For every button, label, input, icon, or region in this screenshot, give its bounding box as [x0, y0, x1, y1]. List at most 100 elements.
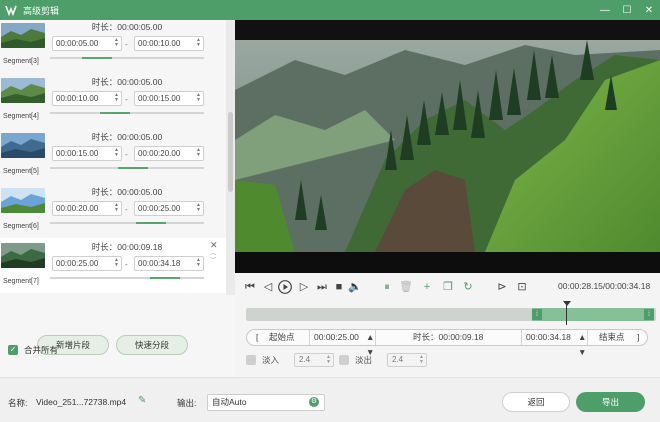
segment-thumbnail [1, 243, 45, 268]
split-icon[interactable]: ⏸ [380, 279, 394, 295]
timeline-selection[interactable]: ⁞ ⁞ [532, 308, 654, 321]
file-name: Video_251...72738.mp4 [36, 397, 127, 407]
play-icon[interactable] [277, 279, 293, 295]
segment-duration: 时长：00:00:05.00 [91, 132, 163, 142]
segment-progress-fill [118, 167, 148, 169]
range-start-time[interactable]: 00:00:25.00 [314, 330, 359, 345]
segment-progress-fill [82, 57, 112, 59]
copy-icon[interactable]: ❐ [441, 279, 455, 295]
segment-thumbnail [1, 133, 45, 158]
range-duration: 时长：00:00:09.18 [413, 332, 484, 342]
fade-out-label: 淡出 [355, 355, 373, 365]
segment-row[interactable]: Segment[3] 时长：00:00:05.00 00:00:05.00 ▲ ▼ -00… [0, 20, 226, 73]
segment-dash: - [125, 260, 128, 269]
export-button[interactable]: 导出 [576, 392, 645, 412]
prev-frame-icon[interactable]: ◁ [261, 279, 275, 295]
segment-progress-bar [50, 167, 204, 169]
segment-row[interactable]: Segment[4] 时长：00:00:05.00 00:00:10.00 ▲ ▼ -00… [0, 73, 226, 128]
segment-row[interactable]: Segment[5] 时长：00:00:05.00 00:00:15.00 ▲ ▼ -00… [0, 128, 226, 183]
fade-out-input[interactable]: 2.4 ▲ ▼ [387, 353, 427, 367]
add-icon[interactable]: + [420, 279, 434, 295]
timeline-start-handle[interactable]: ⁞ [532, 309, 542, 320]
segment-label: Segment[7] [3, 278, 39, 285]
segment-thumbnail [1, 188, 45, 213]
segment-dash: - [125, 150, 128, 159]
start-time-stepper[interactable]: ▲ ▼ [366, 330, 374, 357]
close-button[interactable]: ✕ [638, 0, 660, 20]
minimize-button[interactable]: — [594, 0, 616, 20]
fade-in-input[interactable]: 2.4 ▲ ▼ [294, 353, 334, 367]
segment-progress-bar [50, 112, 204, 114]
skip-to-start-icon[interactable]: ⏮ [243, 279, 257, 295]
mark-out-icon[interactable]: ⊡ [515, 279, 529, 295]
segment-dash: - [125, 40, 128, 49]
scrollbar-thumb[interactable] [228, 112, 233, 192]
playhead[interactable] [563, 301, 571, 325]
segment-label: Segment[6] [3, 223, 39, 230]
segment-end-input[interactable]: 00:00:20.00 ▲ ▼ [134, 146, 204, 161]
bottom-bar: 名称: Video_251...72738.mp4 ✎ 输出: 自动Auto ⚙… [0, 377, 660, 422]
segment-thumbnail [1, 23, 45, 48]
segment-list: Segment[3] 时长：00:00:05.00 00:00:05.00 ▲ ▼ -00… [0, 20, 226, 295]
title-bar: 高级剪辑 — ☐ ✕ [0, 0, 660, 20]
segment-start-input[interactable]: 00:00:20.00 ▲ ▼ [52, 201, 122, 216]
mark-in-icon[interactable]: ⊳ [495, 279, 509, 295]
bracket-open: [ [256, 332, 259, 342]
stop-icon[interactable]: ■ [332, 279, 346, 295]
segment-row[interactable]: Segment[6] 时长：00:00:05.00 00:00:20.00 ▲ ▼ -00… [0, 183, 226, 238]
segment-progress-bar [50, 222, 204, 224]
segment-start-input[interactable]: 00:00:05.00 ▲ ▼ [52, 36, 122, 51]
segment-end-input[interactable]: 00:00:34.18 ▲ ▼ [134, 256, 204, 271]
segment-end-input[interactable]: 00:00:10.00 ▲ ▼ [134, 36, 204, 51]
edit-name-icon[interactable]: ✎ [138, 395, 146, 406]
segment-progress-bar [50, 57, 204, 59]
segment-label: Segment[4] [3, 113, 39, 120]
segment-duration: 时长：00:00:09.18 [91, 242, 163, 252]
output-settings-icon[interactable]: ⚙ [309, 397, 319, 407]
fade-out-checkbox[interactable] [339, 355, 349, 365]
set-end-button[interactable]: 结束点 [599, 330, 625, 345]
range-editor: [ 起始点 00:00:25.00 ▲ ▼ 时长：00:00:09.18 00:0… [246, 329, 648, 357]
maximize-button[interactable]: ☐ [616, 0, 638, 20]
segment-list-scrollbar[interactable] [226, 20, 235, 295]
volume-icon[interactable]: 🔈 [348, 279, 362, 295]
app-logo-icon [4, 3, 18, 17]
delete-icon[interactable]: 🗑 [399, 279, 413, 295]
segment-row[interactable]: Segment[7] 时长：00:00:09.18 00:00:25.00 ▲ ▼ -00… [0, 238, 226, 293]
bracket-close: ] [637, 332, 640, 342]
segment-progress-bar [50, 277, 204, 279]
next-frame-icon[interactable]: ▷ [297, 279, 311, 295]
video-frame-image [235, 20, 660, 273]
back-button[interactable]: 返回 [502, 392, 570, 412]
segment-label: Segment[5] [3, 168, 39, 175]
segment-end-input[interactable]: 00:00:15.00 ▲ ▼ [134, 91, 204, 106]
reset-icon[interactable]: ↻ [461, 279, 475, 295]
output-select[interactable]: 自动Auto ⚙ [207, 394, 325, 411]
video-preview[interactable] [235, 20, 660, 273]
segment-start-input[interactable]: 00:00:10.00 ▲ ▼ [52, 91, 122, 106]
segment-end-input[interactable]: 00:00:25.00 ▲ ▼ [134, 201, 204, 216]
preview-panel: ⏮ ◁ ▷ ⏭ ■ 🔈 ⏸ 🗑 + ❐ ↻ ⊳ ⊡ 00:00:28.15/00… [235, 20, 660, 377]
segment-dash: - [125, 95, 128, 104]
segment-panel: Segment[3] 时长：00:00:05.00 00:00:05.00 ▲ ▼ -00… [0, 20, 235, 377]
set-start-button[interactable]: 起始点 [269, 330, 295, 345]
segment-duration: 时长：00:00:05.00 [91, 187, 163, 197]
timeline-track[interactable]: ⁞ ⁞ [246, 308, 656, 321]
end-time-stepper[interactable]: ▲ ▼ [578, 330, 586, 357]
quick-split-button[interactable]: 快速分段 [116, 335, 188, 355]
merge-all-checkbox[interactable]: ✓ [8, 345, 18, 355]
segment-close-icon[interactable]: ✕ [210, 240, 218, 251]
skip-to-end-icon[interactable]: ⏭ [315, 279, 329, 295]
segment-thumbnail [1, 78, 45, 103]
segment-start-input[interactable]: 00:00:25.00 ▲ ▼ [52, 256, 122, 271]
fade-in-checkbox[interactable] [246, 355, 256, 365]
range-end-time[interactable]: 00:00:34.18 [526, 330, 571, 345]
segment-progress-fill [136, 222, 166, 224]
segment-reorder-icon[interactable]: ︿ ﹀ [210, 251, 216, 265]
merge-all-label: 合并所有 [24, 345, 59, 355]
segment-duration: 时长：00:00:05.00 [91, 77, 163, 87]
segment-start-input[interactable]: 00:00:15.00 ▲ ▼ [52, 146, 122, 161]
segment-progress-fill [100, 112, 130, 114]
fade-in-label: 淡入 [262, 355, 280, 365]
timeline-end-handle[interactable]: ⁞ [644, 309, 654, 320]
